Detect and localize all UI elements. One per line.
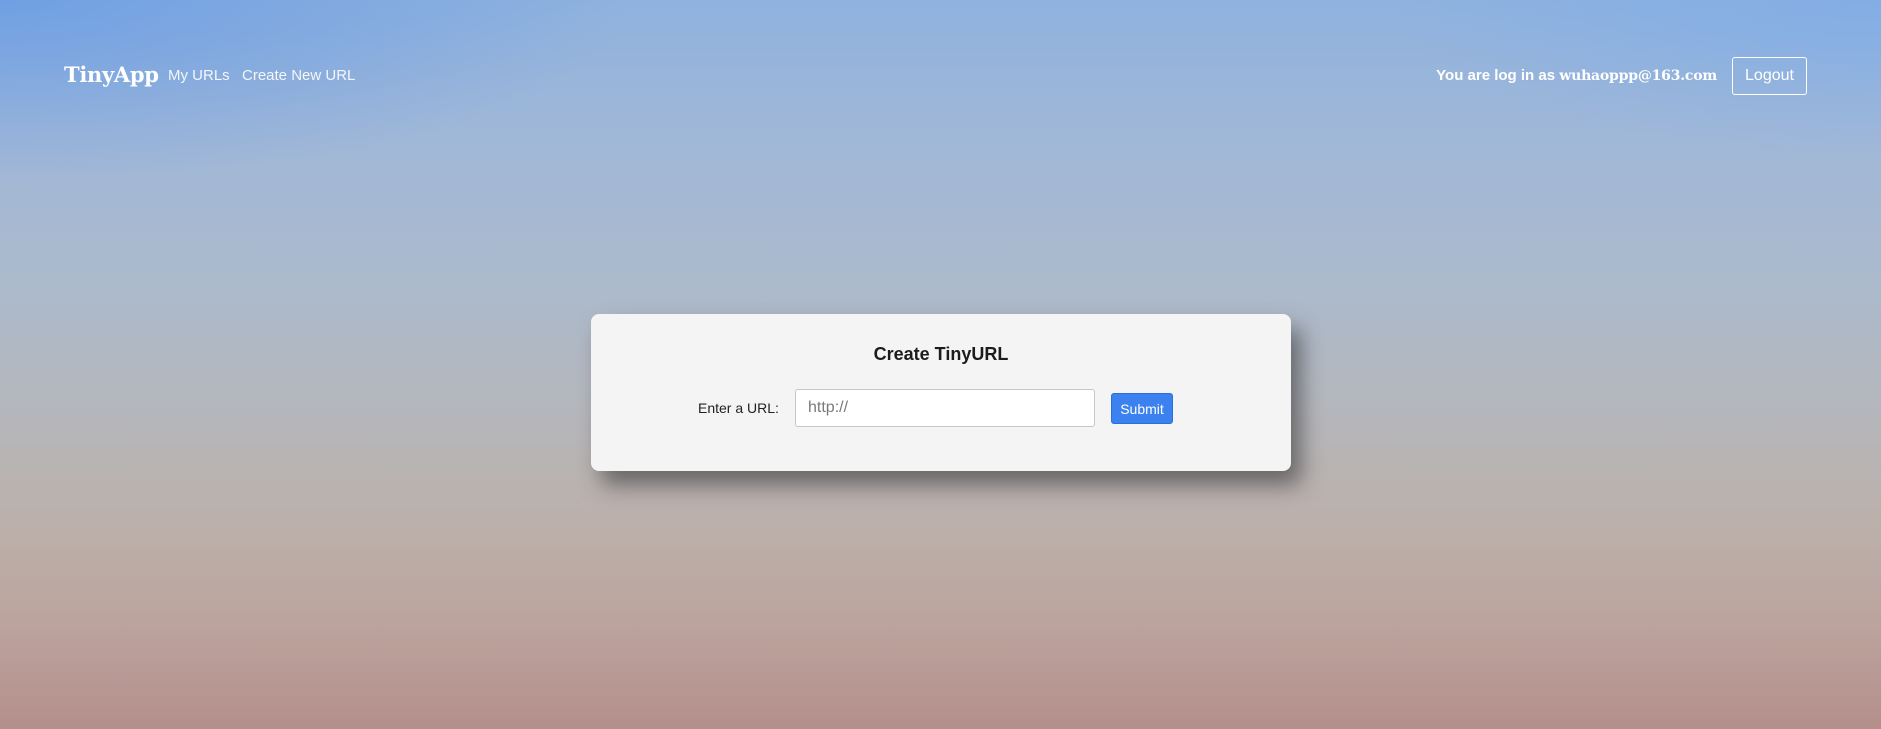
logout-button[interactable]: Logout <box>1732 57 1807 95</box>
brand-logo-link[interactable]: TinyApp <box>64 62 159 87</box>
url-input[interactable] <box>795 389 1095 427</box>
login-status-prefix: You are log in as <box>1436 67 1560 84</box>
user-email: wuhaoppp@163.com <box>1559 68 1717 84</box>
create-url-card: Create TinyURL Enter a URL: Submit <box>591 314 1291 471</box>
navbar: TinyApp My URLs Create New URL You are l… <box>0 0 1881 152</box>
nav-link-create-new-url[interactable]: Create New URL <box>242 67 355 84</box>
url-field-label: Enter a URL: <box>698 400 779 416</box>
nav-link-my-urls[interactable]: My URLs <box>168 67 230 84</box>
submit-button[interactable]: Submit <box>1111 393 1173 424</box>
card-title: Create TinyURL <box>873 344 1009 364</box>
login-status: You are log in as wuhaoppp@163.com <box>1436 67 1717 84</box>
